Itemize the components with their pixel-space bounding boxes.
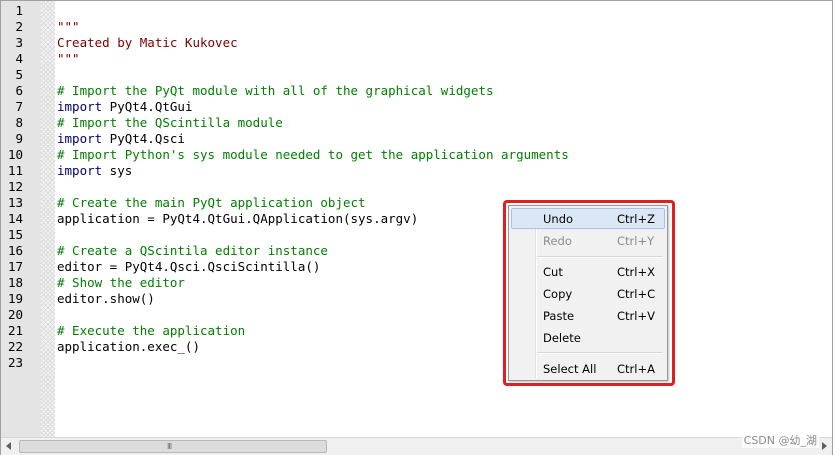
line-number: 6 (15, 83, 23, 98)
menu-separator (537, 256, 663, 258)
menu-item-label: Paste (543, 309, 575, 323)
scroll-left-arrow-icon[interactable] (6, 442, 11, 450)
line-number-margin: 1 2 3 4 5 6 7 8 9 10 11 12 13 14 15 16 1… (1, 1, 41, 437)
menu-item-label: Undo (543, 212, 574, 226)
code-text: PyQt4.Qsci (102, 131, 185, 146)
line-number: 23 (7, 355, 23, 370)
line-number: 17 (7, 259, 23, 274)
menu-separator (537, 352, 663, 354)
line-number: 3 (15, 35, 23, 50)
horizontal-scrollbar[interactable]: III (1, 437, 832, 455)
keyword: import (57, 163, 103, 178)
menu-item-cut[interactable]: Cut Ctrl+X (511, 261, 665, 282)
code-line: # Import Python's sys module needed to g… (57, 147, 569, 162)
line-number: 2 (15, 19, 23, 34)
code-line: editor.show() (57, 291, 155, 306)
code-text: sys (102, 163, 133, 178)
line-number: 14 (7, 211, 23, 226)
grip-icon: III (167, 442, 172, 451)
menu-item-label: Delete (543, 331, 581, 345)
line-number: 9 (15, 131, 23, 146)
code-line: # Show the editor (57, 275, 185, 290)
code-line: # Import the QScintilla module (57, 115, 283, 130)
menu-item-label: Cut (543, 265, 563, 279)
scrollbar-thumb[interactable]: III (19, 440, 327, 453)
line-number: 10 (7, 147, 23, 162)
line-number: 7 (15, 99, 23, 114)
code-line: Created by Matic Kukovec (57, 35, 238, 50)
editor-window: 1 2 3 4 5 6 7 8 9 10 11 12 13 14 15 16 1… (0, 0, 833, 455)
code-line: import PyQt4.QtGui (57, 99, 192, 115)
line-number: 1 (15, 3, 23, 18)
code-line: """ (57, 51, 80, 66)
line-number: 15 (7, 227, 23, 242)
line-number: 18 (7, 275, 23, 290)
menu-item-shortcut: Ctrl+C (617, 287, 656, 301)
menu-item-shortcut: Ctrl+X (617, 265, 655, 279)
menu-item-select-all[interactable]: Select All Ctrl+A (511, 358, 665, 379)
line-number: 13 (7, 195, 23, 210)
menu-item-copy[interactable]: Copy Ctrl+C (511, 283, 665, 304)
code-line: import PyQt4.Qsci (57, 131, 185, 147)
menu-item-shortcut: Ctrl+A (617, 362, 655, 376)
code-line: # Create a QScintila editor instance (57, 243, 328, 258)
line-number: 19 (7, 291, 23, 306)
code-line: import sys (57, 163, 132, 179)
context-menu: Undo Ctrl+Z Redo Ctrl+Y Cut Ctrl+X Copy … (508, 205, 668, 381)
menu-item-shortcut: Ctrl+V (617, 309, 655, 323)
menu-item-paste[interactable]: Paste Ctrl+V (511, 305, 665, 326)
menu-item-label: Select All (543, 362, 597, 376)
keyword: import (57, 99, 103, 114)
line-number: 8 (15, 115, 23, 130)
menu-item-label: Copy (543, 287, 573, 301)
line-number: 21 (7, 323, 23, 338)
scroll-right-arrow-icon[interactable] (822, 442, 827, 450)
line-number: 12 (7, 179, 23, 194)
code-line: """ (57, 19, 80, 34)
code-line: application = PyQt4.QtGui.QApplication(s… (57, 211, 419, 226)
menu-item-delete[interactable]: Delete (511, 327, 665, 348)
line-number: 11 (7, 163, 23, 178)
menu-item-undo[interactable]: Undo Ctrl+Z (511, 208, 665, 229)
line-number: 16 (7, 243, 23, 258)
keyword: import (57, 131, 103, 146)
line-number: 22 (7, 339, 23, 354)
code-line: # Import the PyQt module with all of the… (57, 83, 494, 98)
menu-item-shortcut: Ctrl+Z (617, 212, 655, 226)
line-number: 4 (15, 51, 23, 66)
watermark: CSDN @幼_湖 (741, 432, 819, 448)
code-line: editor = PyQt4.Qsci.QsciScintilla() (57, 259, 321, 274)
code-line: # Create the main PyQt application objec… (57, 195, 366, 210)
code-text: PyQt4.QtGui (102, 99, 193, 114)
line-number: 5 (15, 67, 23, 82)
menu-item-redo[interactable]: Redo Ctrl+Y (511, 230, 665, 251)
menu-item-label: Redo (543, 234, 572, 248)
fold-margin[interactable] (41, 1, 55, 437)
code-line: application.exec_() (57, 339, 200, 354)
menu-item-shortcut: Ctrl+Y (617, 234, 655, 248)
code-line: # Execute the application (57, 323, 246, 338)
line-number: 20 (7, 307, 23, 322)
